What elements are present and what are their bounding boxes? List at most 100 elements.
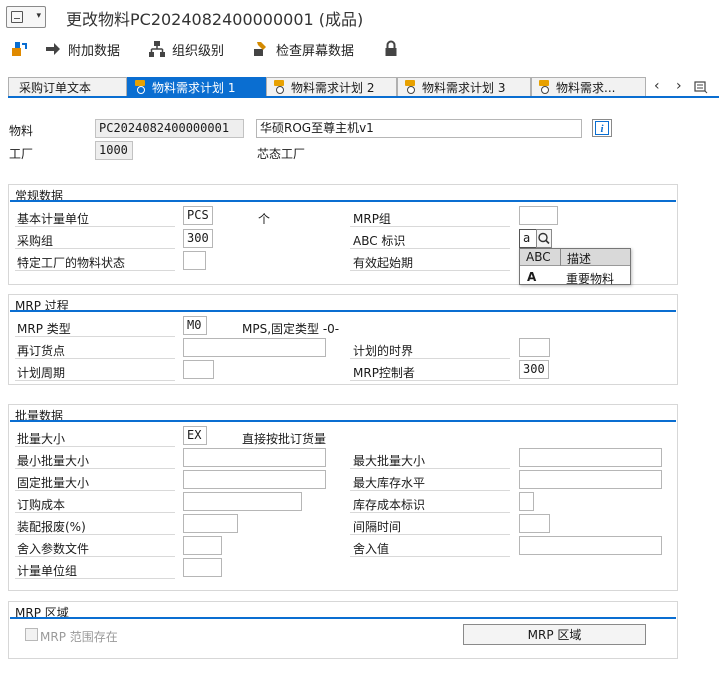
plant-status-field[interactable]	[183, 251, 206, 270]
uom-group-field[interactable]	[183, 558, 222, 577]
tab-mrp-1[interactable]: 物料需求计划 1	[127, 77, 266, 96]
fixed-lot-size-field[interactable]	[183, 470, 326, 489]
group-underline	[10, 310, 676, 312]
purchasing-group-label: 采购组	[17, 234, 54, 248]
mrp-group-field[interactable]	[519, 206, 558, 225]
plant-label: 工厂	[9, 147, 34, 161]
tab-scroll-left-icon[interactable]: ‹	[654, 78, 660, 94]
tab-label: 物料需求计划 1	[152, 80, 236, 95]
max-stock-level-field[interactable]	[519, 470, 662, 489]
mrp-tab-icon	[134, 80, 148, 94]
tab-mrp-4[interactable]: 物料需求...	[531, 77, 646, 96]
rounding-value-label: 舍入值	[353, 542, 390, 556]
tab-purchase-order-text[interactable]: 采购订单文本	[8, 77, 127, 96]
tab-underline	[8, 96, 719, 98]
tab-mrp-3[interactable]: 物料需求计划 3	[397, 77, 531, 96]
base-uom-label: 基本计量单位	[17, 212, 90, 226]
plant-status-label: 特定工厂的物料状态	[17, 256, 126, 270]
mrp-area-exists-label: MRP 范围存在	[40, 630, 118, 644]
lot-size-description: 直接按批订货量	[242, 432, 327, 446]
window-title: 更改物料PC2024082400000001 (成品)	[66, 10, 364, 29]
material-description-field[interactable]: 华硕ROG至尊主机v1	[256, 119, 582, 138]
abc-value-help-popup[interactable]: ABC 描述 A 重要物料	[519, 248, 631, 286]
check-screen-icon	[254, 42, 266, 56]
tab-label: 采购订单文本	[19, 80, 92, 95]
rounding-value-field[interactable]	[519, 536, 662, 555]
mrp-controller-field[interactable]: 300	[519, 360, 549, 379]
additional-data-label: 附加数据	[68, 43, 121, 59]
purchasing-group-field[interactable]: 300	[183, 229, 213, 248]
popup-col-separator	[560, 249, 561, 266]
menu-button[interactable]: ▾	[6, 6, 46, 28]
takt-time-field[interactable]	[519, 514, 550, 533]
mrp-tab-icon	[273, 80, 287, 94]
uom-group-label: 计量单位组	[17, 564, 78, 578]
rounding-profile-field[interactable]	[183, 536, 222, 555]
min-lot-size-field[interactable]	[183, 448, 326, 467]
mrp-tab-icon	[538, 80, 552, 94]
storage-cost-indicator-label: 库存成本标识	[353, 498, 426, 512]
material-label: 物料	[9, 124, 34, 138]
lock-icon	[385, 40, 397, 56]
org-hierarchy-icon	[149, 41, 165, 57]
additional-data-button[interactable]: 附加数据	[44, 38, 120, 60]
ordering-costs-label: 订购成本	[17, 498, 66, 512]
assembly-scrap-field[interactable]	[183, 514, 238, 533]
lot-size-label: 批量大小	[17, 432, 66, 446]
lock-button[interactable]	[384, 38, 404, 60]
planning-cycle-field[interactable]	[183, 360, 214, 379]
planning-fence-field[interactable]	[519, 338, 550, 357]
org-levels-label: 组织级别	[172, 43, 225, 59]
abc-indicator-field[interactable]: a	[519, 229, 537, 248]
check-screen-data-label: 检查屏幕数据	[276, 43, 355, 59]
check-screen-data-button[interactable]: 检查屏幕数据	[252, 38, 354, 60]
search-icon	[538, 232, 550, 245]
tab-scroll-right-icon[interactable]: ›	[676, 78, 682, 94]
tab-label: 物料需求...	[556, 80, 616, 95]
reorder-point-field[interactable]	[183, 338, 326, 357]
rounding-profile-label: 舍入参数文件	[17, 542, 90, 556]
arrow-right-icon	[46, 43, 60, 55]
plant-description: 芯态工厂	[257, 147, 306, 161]
org-levels-button[interactable]: 组织级别	[148, 38, 224, 60]
tab-label: 物料需求计划 2	[291, 80, 375, 95]
mrp-tab-icon	[404, 80, 418, 94]
mrp-type-label: MRP 类型	[17, 322, 71, 336]
popup-header: ABC 描述	[520, 249, 630, 266]
info-button[interactable]: i	[592, 119, 612, 137]
mrp-areas-button[interactable]: MRP 区域	[463, 624, 646, 645]
menu-icon	[11, 11, 23, 23]
popup-col-abc: ABC	[526, 250, 551, 264]
valid-from-label: 有效起始期	[353, 256, 414, 270]
reorder-point-label: 再订货点	[17, 344, 66, 358]
option-code: A	[527, 270, 537, 284]
assembly-scrap-label: 装配报废(%)	[17, 520, 86, 534]
mrp-area-exists-checkbox[interactable]	[25, 628, 38, 641]
lot-size-field[interactable]: EX	[183, 426, 207, 445]
plant-field[interactable]: 1000	[95, 141, 133, 160]
base-uom-field[interactable]: PCS	[183, 206, 213, 225]
planning-fence-label: 计划的时界	[353, 344, 414, 358]
abc-indicator-label: ABC 标识	[353, 234, 406, 248]
base-uom-description: 个	[258, 212, 271, 226]
storage-cost-indicator-field[interactable]	[519, 492, 534, 511]
mrp-type-description: MPS,固定类型 -0-	[242, 322, 340, 336]
group-underline	[10, 617, 676, 619]
ordering-costs-field[interactable]	[183, 492, 302, 511]
max-lot-size-field[interactable]	[519, 448, 662, 467]
mrp-group-label: MRP组	[353, 212, 391, 226]
takt-time-label: 间隔时间	[353, 520, 402, 534]
tab-mrp-2[interactable]: 物料需求计划 2	[266, 77, 397, 96]
switch-view-button[interactable]	[10, 38, 34, 60]
min-lot-size-label: 最小批量大小	[17, 454, 90, 468]
tab-list-icon[interactable]	[694, 80, 708, 97]
fixed-lot-size-label: 固定批量大小	[17, 476, 90, 490]
switch-view-icon	[12, 42, 27, 56]
popup-col-description: 描述	[567, 252, 592, 266]
mrp-type-field[interactable]: M0	[183, 316, 207, 335]
material-field[interactable]: PC2024082400000001	[95, 119, 244, 138]
mrp-controller-label: MRP控制者	[353, 366, 415, 380]
info-icon: i	[595, 121, 609, 135]
value-help-button[interactable]	[536, 229, 552, 248]
option-description: 重要物料	[566, 272, 615, 286]
